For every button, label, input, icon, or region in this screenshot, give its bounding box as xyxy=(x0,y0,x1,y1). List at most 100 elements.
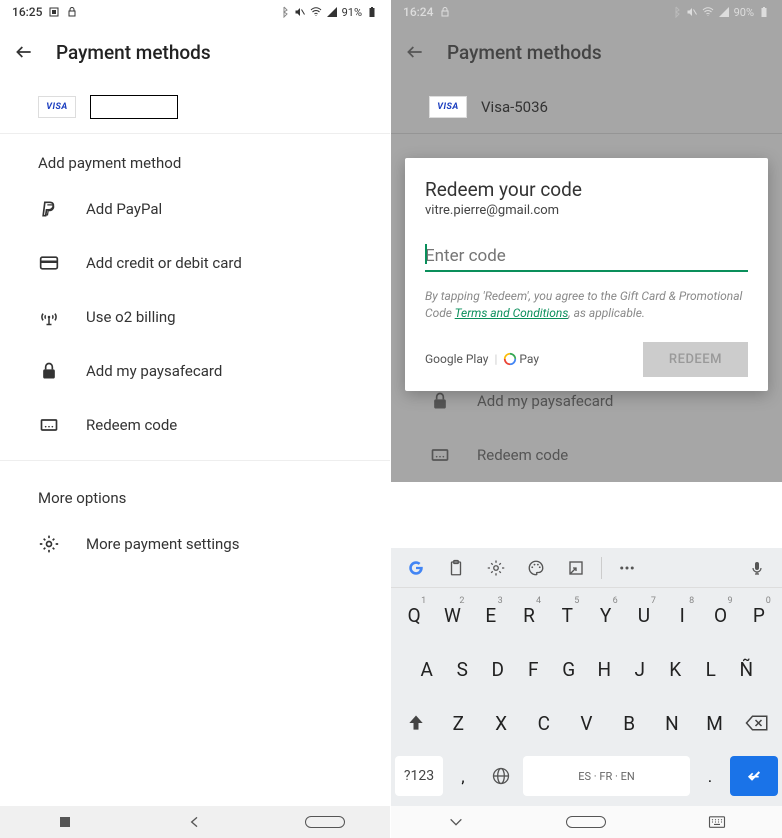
period-key[interactable]: . xyxy=(694,756,726,796)
add-card-row[interactable]: Add credit or debit card xyxy=(0,236,390,290)
key-h[interactable]: H xyxy=(588,648,620,690)
battery-icon xyxy=(366,6,378,18)
keyboard: Q1W2E3R4T5Y6U7I8O9P0 ASDFGHJKLÑ ZXCVBNM … xyxy=(391,548,782,806)
visa-card-label: Visa-5036 xyxy=(481,98,548,116)
key-q[interactable]: Q1 xyxy=(398,594,430,636)
key-e[interactable]: E3 xyxy=(475,594,507,636)
enter-key[interactable] xyxy=(730,756,778,796)
back-arrow-icon[interactable] xyxy=(405,42,425,62)
gpay-label: Pay xyxy=(503,352,539,366)
nav-bar xyxy=(0,806,390,838)
menu-label: Add PayPal xyxy=(86,200,162,218)
key-l[interactable]: L xyxy=(695,648,727,690)
brand-row: Google Play | Pay xyxy=(425,352,539,366)
mic-button[interactable] xyxy=(740,551,774,585)
status-battery: 90% xyxy=(734,6,754,19)
key-p[interactable]: P0 xyxy=(743,594,775,636)
menu-label: Redeem code xyxy=(477,446,568,464)
more-button[interactable] xyxy=(610,551,644,585)
google-play-label: Google Play xyxy=(425,352,488,366)
battery-icon xyxy=(758,6,770,18)
header: Payment methods xyxy=(391,24,782,80)
more-options-heading: More options xyxy=(0,469,390,517)
signal-icon xyxy=(326,6,338,18)
o2-billing-row[interactable]: Use o2 billing xyxy=(0,290,390,344)
lock-icon xyxy=(66,6,78,18)
key-v[interactable]: V xyxy=(570,702,602,744)
symbols-key[interactable]: ?123 xyxy=(395,756,443,796)
key-s[interactable]: S xyxy=(446,648,478,690)
more-payment-settings-row[interactable]: More payment settings xyxy=(0,517,390,571)
redeem-code-row[interactable]: Redeem code xyxy=(0,398,390,452)
key-n[interactable]: N xyxy=(656,702,688,744)
key-y[interactable]: Y6 xyxy=(590,594,622,636)
paysafecard-row[interactable]: Add my paysafecard xyxy=(0,344,390,398)
nav-recent-button[interactable] xyxy=(45,814,85,830)
nav-home-button[interactable] xyxy=(305,814,345,830)
add-payment-heading: Add payment method xyxy=(0,134,390,182)
key-w[interactable]: W2 xyxy=(436,594,468,636)
menu-label: Add my paysafecard xyxy=(86,362,222,380)
keyboard-toolbar xyxy=(391,548,782,588)
settings-button[interactable] xyxy=(479,551,513,585)
signal-icon xyxy=(718,6,730,18)
menu-label: Add my paysafecard xyxy=(477,392,613,410)
comma-key[interactable]: , xyxy=(447,756,479,796)
antenna-icon xyxy=(38,306,60,328)
key-j[interactable]: J xyxy=(624,648,656,690)
visa-card-row: VISA Visa-5036 xyxy=(391,80,782,134)
status-bar: 16:24 90% xyxy=(391,0,782,24)
add-paypal-row[interactable]: Add PayPal xyxy=(0,182,390,236)
key-c[interactable]: C xyxy=(528,702,560,744)
nav-home-button[interactable] xyxy=(566,814,606,830)
key-r[interactable]: R4 xyxy=(513,594,545,636)
dialog-title: Redeem your code xyxy=(425,178,748,201)
nav-hide-keyboard-button[interactable] xyxy=(436,814,476,830)
wifi-icon xyxy=(310,6,322,18)
code-input[interactable] xyxy=(425,242,748,272)
key-d[interactable]: D xyxy=(482,648,514,690)
phone-right: 16:24 90% Payment methods VISA Visa-5036 xyxy=(391,0,782,838)
key-b[interactable]: B xyxy=(613,702,645,744)
key-g[interactable]: G xyxy=(553,648,585,690)
backspace-key[interactable] xyxy=(736,702,778,744)
clipboard-button[interactable] xyxy=(439,551,473,585)
menu-label: Redeem code xyxy=(86,416,177,434)
theme-button[interactable] xyxy=(519,551,553,585)
key-z[interactable]: Z xyxy=(442,702,474,744)
key-i[interactable]: I8 xyxy=(666,594,698,636)
key-k[interactable]: K xyxy=(659,648,691,690)
visa-badge: VISA xyxy=(38,96,76,118)
redeem-code-row: Redeem code xyxy=(391,428,782,482)
spacebar-key[interactable]: ES · FR · EN xyxy=(523,756,690,796)
key-a[interactable]: A xyxy=(411,648,443,690)
key-o[interactable]: O9 xyxy=(705,594,737,636)
onehanded-button[interactable] xyxy=(559,551,593,585)
bluetooth-icon xyxy=(670,6,682,18)
visa-card-row[interactable]: VISA xyxy=(0,80,390,134)
redeem-button[interactable]: REDEEM xyxy=(643,342,748,377)
input-cursor xyxy=(425,244,427,264)
key-ñ[interactable]: Ñ xyxy=(730,648,762,690)
status-time: 16:24 xyxy=(403,5,433,19)
card-redacted-box xyxy=(90,95,178,119)
key-m[interactable]: M xyxy=(699,702,731,744)
key-x[interactable]: X xyxy=(485,702,517,744)
menu-label: Add credit or debit card xyxy=(86,254,242,272)
google-g-icon xyxy=(503,352,517,366)
bluetooth-icon xyxy=(278,6,290,18)
terms-link[interactable]: Terms and Conditions xyxy=(455,306,569,320)
key-u[interactable]: U7 xyxy=(628,594,660,636)
nav-keyboard-switch-button[interactable] xyxy=(697,814,737,830)
shift-key[interactable] xyxy=(395,702,437,744)
google-search-button[interactable] xyxy=(399,551,433,585)
page-title: Payment methods xyxy=(447,41,602,64)
lock-icon xyxy=(38,360,60,382)
back-arrow-icon[interactable] xyxy=(14,42,34,62)
key-t[interactable]: T5 xyxy=(551,594,583,636)
gear-icon xyxy=(38,533,60,555)
globe-key[interactable] xyxy=(483,756,519,796)
nav-back-button[interactable] xyxy=(175,814,215,830)
key-f[interactable]: F xyxy=(517,648,549,690)
nav-bar xyxy=(391,806,782,838)
